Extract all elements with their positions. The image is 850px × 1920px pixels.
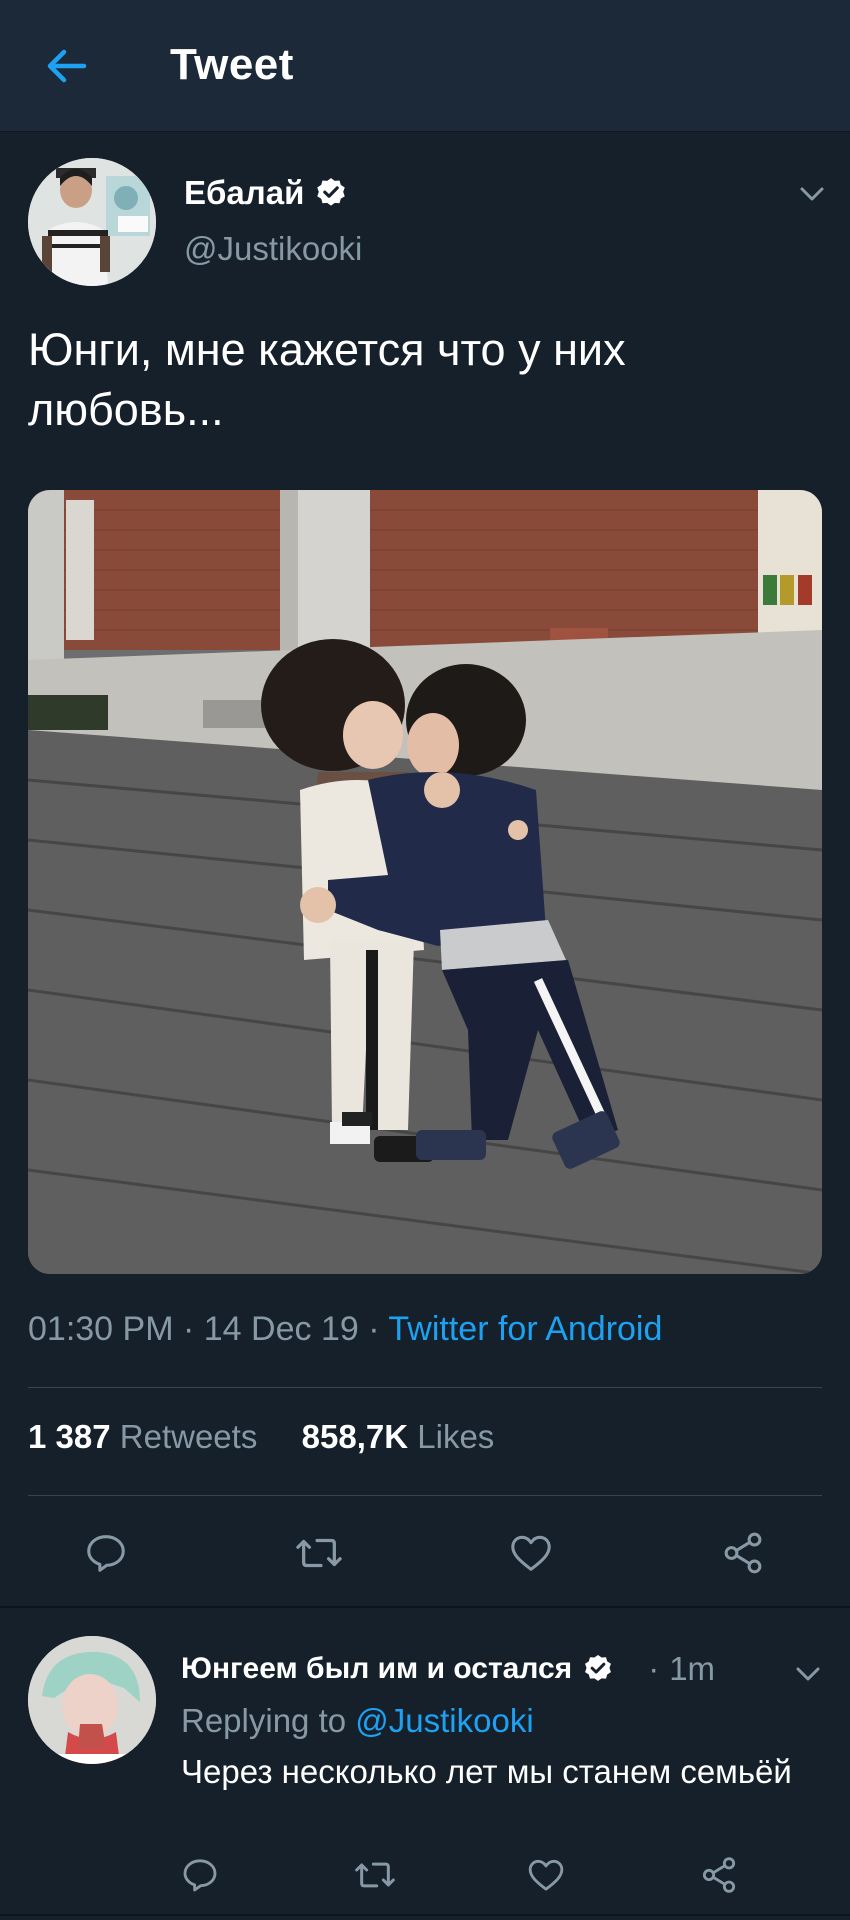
likes-label: Likes	[417, 1418, 495, 1455]
tweet-meta: 01:30 PM · 14 Dec 19 · Twitter for Andro…	[28, 1310, 662, 1349]
retweets-count: 1 387	[28, 1418, 111, 1455]
author-handle[interactable]: @Justikooki	[184, 230, 362, 268]
reply-icon	[87, 1535, 125, 1572]
avatar-image	[28, 158, 156, 286]
author-avatar[interactable]	[28, 158, 156, 286]
like-button[interactable]	[517, 1846, 575, 1904]
likes-count: 858,7K	[301, 1418, 409, 1455]
reply-time: 1m	[669, 1650, 716, 1687]
divider	[28, 1495, 822, 1496]
avatar-image	[28, 1636, 156, 1764]
top-bar: Tweet	[0, 0, 850, 132]
share-icon	[702, 1857, 736, 1893]
reply-button[interactable]	[171, 1846, 229, 1904]
author-display-name[interactable]: Ебалай	[184, 174, 304, 212]
chevron-down-icon[interactable]	[792, 174, 832, 214]
tweet-text: Юнги, мне кажется что у них любовь...	[28, 324, 626, 435]
retweets-label: Retweets	[119, 1418, 258, 1455]
reply-author-display-name[interactable]: Юнгеем был им и остался	[181, 1652, 572, 1686]
back-button[interactable]	[38, 38, 94, 94]
tweet-date: 14 Dec 19	[203, 1310, 359, 1348]
retweets-stat[interactable]: 1 387 Retweets	[28, 1418, 267, 1455]
replying-to-label: Replying to	[181, 1702, 347, 1739]
divider	[28, 1387, 822, 1388]
like-icon	[511, 1535, 551, 1571]
tweet-source-link[interactable]: Twitter for Android	[388, 1310, 662, 1348]
page-title: Tweet	[170, 40, 294, 89]
tweet-time: 01:30 PM	[28, 1310, 174, 1348]
section-separator	[0, 1914, 850, 1916]
author-name-row: Ебалай	[184, 174, 348, 212]
share-button[interactable]	[714, 1524, 772, 1582]
chevron-down-icon[interactable]	[788, 1654, 828, 1694]
retweet-icon	[296, 1538, 342, 1568]
reply-text: Через несколько лет мы станем семьёй	[181, 1753, 792, 1790]
share-button[interactable]	[690, 1846, 748, 1904]
like-icon	[528, 1859, 564, 1891]
reply-tweet[interactable]: Юнгеем был им и остался · 1m Replying to…	[0, 1608, 850, 1920]
tweet-photo[interactable]	[28, 490, 822, 1274]
share-icon	[724, 1532, 762, 1574]
reply-icon	[183, 1859, 217, 1892]
reply-author-name-row: Юнгеем был им и остался · 1m	[181, 1650, 715, 1688]
photo-illustration	[28, 490, 822, 1274]
reply-time-separator: ·	[648, 1650, 660, 1687]
retweet-button[interactable]	[346, 1846, 404, 1904]
replying-to: Replying to @Justikooki	[181, 1702, 534, 1740]
arrow-left-icon	[47, 49, 87, 83]
tweet-action-bar	[0, 1524, 850, 1594]
retweet-icon	[355, 1862, 395, 1888]
meta-separator: ·	[182, 1310, 195, 1348]
like-button[interactable]	[502, 1524, 560, 1582]
replying-to-handle[interactable]: @Justikooki	[355, 1702, 533, 1739]
likes-stat[interactable]: 858,7K Likes	[302, 1418, 495, 1455]
meta-separator: ·	[368, 1310, 380, 1348]
reply-author-avatar[interactable]	[28, 1636, 156, 1764]
verified-badge-icon	[585, 1655, 612, 1681]
retweet-button[interactable]	[290, 1524, 348, 1582]
reply-button[interactable]	[77, 1524, 135, 1582]
verified-badge-icon	[317, 178, 346, 206]
tweet-stats: 1 387 Retweets 858,7K Likes	[28, 1418, 494, 1456]
